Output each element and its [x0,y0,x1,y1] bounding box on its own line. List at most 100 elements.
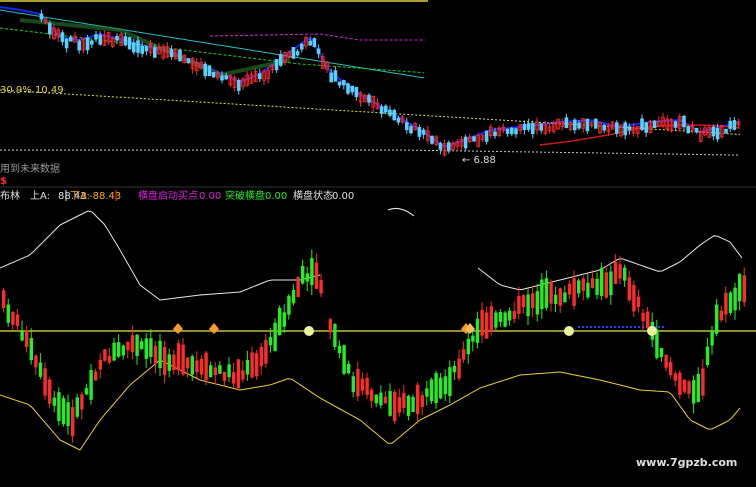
down-candle [540,279,544,310]
up-candle [328,319,332,333]
down-price-candle [211,72,216,78]
up-candle [687,381,691,394]
sig1-label: 横盘启动买点 [138,189,198,202]
down-candle [503,312,507,327]
up-candle [255,353,259,377]
up-candle [590,278,595,288]
down-candle [61,398,66,425]
down-price-candle [127,37,132,50]
down-candle [144,338,148,359]
down-price-candle [115,35,119,41]
down-price-candle [430,135,434,144]
up-candle [126,341,130,351]
down-price-candle [539,123,543,131]
up-candle [232,372,236,384]
down-candle [158,340,162,369]
down-price-candle [337,81,342,86]
down-price-candle [472,136,476,142]
sig1-value: 0.00 [199,191,221,202]
down-candle [227,364,231,378]
down-price-candle [333,70,338,82]
up-candle [420,395,424,407]
up-candle [531,293,535,308]
down-price-candle [144,46,149,52]
down-price-candle [98,34,103,45]
down-candle [209,365,213,378]
up-candle [34,355,38,368]
down-price-candle [291,47,296,59]
chart-background [0,0,756,487]
down-price-candle [577,122,581,129]
up-candle [581,278,585,291]
up-candle [195,360,199,373]
down-candle [535,291,539,315]
up-candle [236,359,240,389]
up-candle [682,379,687,392]
down-price-candle [640,118,644,130]
down-price-candle [186,58,191,64]
down-candle [167,354,171,371]
down-candle [333,323,337,347]
up-candle [701,368,705,396]
up-candle [71,406,75,437]
down-price-candle [673,121,678,128]
up-candle [641,312,645,322]
down-candle [692,380,696,404]
down-candle [337,345,342,354]
down-candle [121,345,125,356]
up-candle [370,389,374,401]
down-candle [494,312,498,328]
up-candle [673,373,677,381]
up-candle [719,310,723,321]
down-price-candle [203,63,208,77]
down-price-candle [90,40,94,45]
down-candle [52,397,56,406]
down-candle [29,338,33,361]
down-price-candle [421,129,426,135]
down-candle [595,278,599,295]
up-candle [199,358,204,375]
up-candle [181,344,185,375]
down-candle [218,365,222,374]
up-candle [222,371,227,381]
up-candle [646,311,650,328]
up-candle [489,306,493,332]
down-price-candle [140,45,145,54]
down-price-candle [484,130,489,142]
up-candle [130,335,135,353]
up-candle [521,295,526,308]
up-candle [319,280,323,294]
up-candle [604,272,608,298]
down-candle [623,267,627,281]
up-candle [480,310,484,336]
sig3-label: 横盘状态 [293,189,333,202]
apple-signal-icon [647,326,657,336]
down-price-candle [694,127,699,133]
down-candle [66,402,70,427]
down-price-candle [350,85,354,93]
down-candle [388,390,392,416]
down-candle [282,312,286,327]
up-candle [153,345,158,364]
down-price-candle [463,136,468,149]
down-candle [600,267,604,296]
down-candle [20,330,24,341]
up-candle [103,349,107,361]
down-price-candle [715,127,720,140]
down-price-candle [392,109,396,121]
down-price-candle [354,86,359,98]
down-price-candle [308,40,312,46]
down-price-candle [564,117,569,129]
up-candle [383,396,388,404]
down-price-candle [652,120,657,129]
down-price-candle [312,38,317,48]
down-candle [728,292,733,313]
down-candle [84,388,89,395]
down-price-candle [522,123,527,131]
down-candle [287,295,291,315]
down-candle [301,265,305,284]
down-price-candle [396,117,401,123]
up-candle [397,397,401,413]
down-price-candle [367,94,371,103]
indicator-name: 布林 [0,189,20,202]
